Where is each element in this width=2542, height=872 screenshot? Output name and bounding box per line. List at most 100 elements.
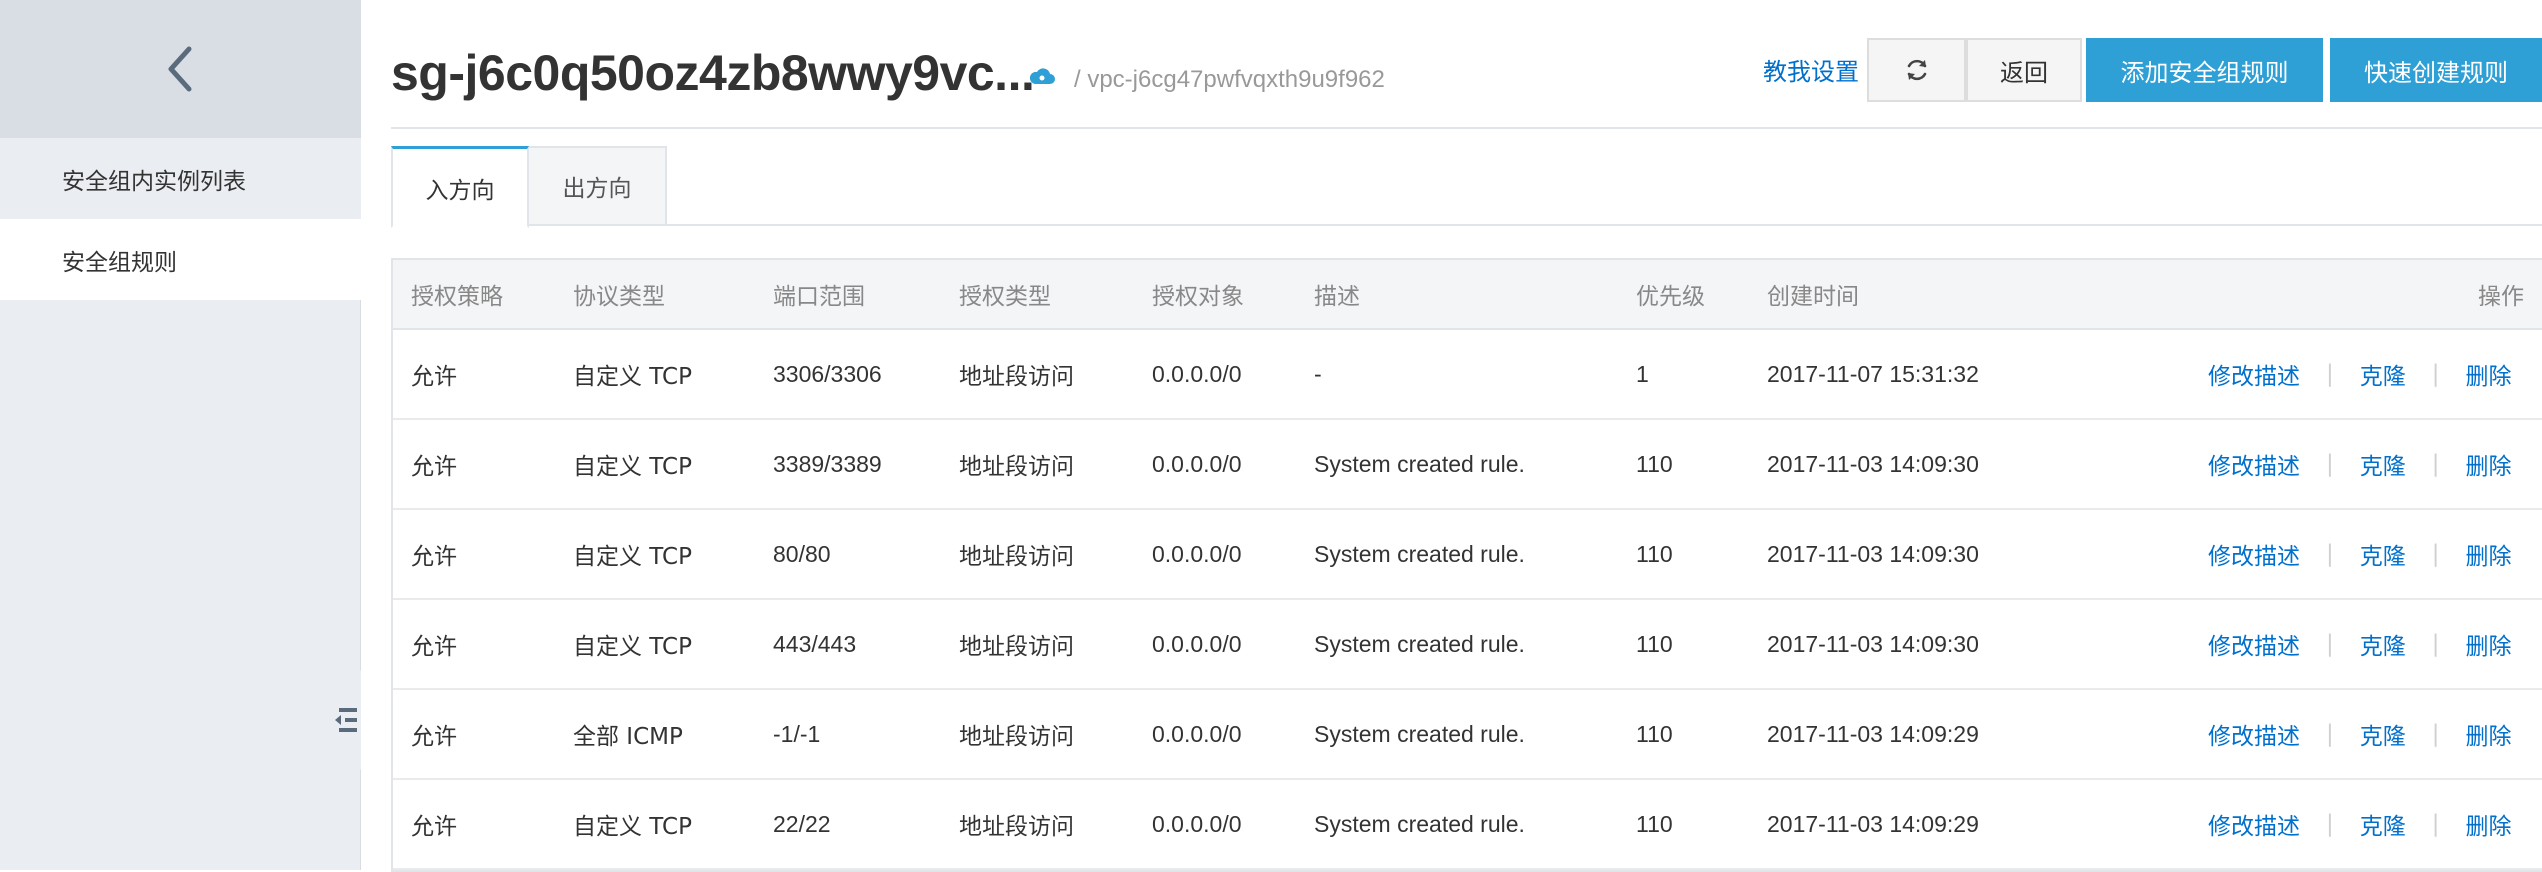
priority-cell: 1	[1636, 360, 1649, 387]
protocol-cell: 自定义 TCP	[573, 364, 692, 390]
sidebar-collapse-handle[interactable]	[331, 670, 361, 770]
separator: |	[2431, 541, 2440, 567]
clone-link[interactable]: 克隆	[2360, 627, 2406, 661]
auth-type-cell: 地址段访问	[959, 454, 1074, 480]
column-header: 授权对象	[1152, 284, 1244, 310]
separator: |	[2431, 451, 2440, 477]
column-header: 授权类型	[959, 284, 1051, 310]
table-row: 允许 自定义 TCP 3306/3306 地址段访问 0.0.0.0/0 - 1…	[393, 330, 2542, 420]
port-cell: 22/22	[773, 810, 831, 837]
delete-link[interactable]: 删除	[2466, 717, 2512, 751]
table-row: 允许 自定义 TCP 443/443 地址段访问 0.0.0.0/0 Syste…	[393, 600, 2542, 690]
column-header: 优先级	[1636, 284, 1705, 310]
sidebar: 安全组内实例列表 安全组规则	[0, 0, 361, 870]
priority-cell: 110	[1636, 450, 1673, 477]
refresh-button[interactable]	[1867, 38, 1966, 102]
separator: |	[2431, 721, 2440, 747]
tab-inbound[interactable]: 入方向	[391, 146, 529, 228]
rules-table: 授权策略 协议类型 端口范围 授权类型 授权对象 描述 优先级 创建时间 操作 …	[391, 258, 2542, 872]
description-cell: -	[1314, 360, 1322, 387]
auth-type-cell: 地址段访问	[959, 814, 1074, 840]
delete-link[interactable]: 删除	[2466, 357, 2512, 391]
auth-type-cell: 地址段访问	[959, 724, 1074, 750]
edit-description-link[interactable]: 修改描述	[2208, 447, 2300, 481]
auth-type-cell: 地址段访问	[959, 634, 1074, 660]
priority-cell: 110	[1636, 810, 1673, 837]
policy-cell: 允许	[411, 544, 457, 570]
page-title: sg-j6c0q50oz4zb8wwy9vc...	[391, 45, 1035, 101]
auth-type-cell: 地址段访问	[959, 364, 1074, 390]
protocol-cell: 自定义 TCP	[573, 634, 692, 660]
protocol-cell: 自定义 TCP	[573, 814, 692, 840]
separator: |	[2326, 631, 2334, 657]
sidebar-item-rules[interactable]: 安全组规则	[0, 219, 361, 300]
separator: |	[2326, 721, 2334, 747]
priority-cell: 110	[1636, 630, 1673, 657]
clone-link[interactable]: 克隆	[2360, 717, 2406, 751]
separator: |	[2326, 541, 2334, 567]
priority-cell: 110	[1636, 720, 1673, 747]
quick-create-button[interactable]: 快速创建规则	[2330, 38, 2542, 102]
created-time-cell: 2017-11-03 14:09:29	[1767, 720, 1979, 747]
edit-description-link[interactable]: 修改描述	[2208, 357, 2300, 391]
clone-link[interactable]: 克隆	[2360, 447, 2406, 481]
protocol-cell: 全部 ICMP	[573, 724, 683, 750]
description-cell: System created rule.	[1314, 810, 1525, 837]
created-time-cell: 2017-11-03 14:09:30	[1767, 630, 1979, 657]
row-actions: 修改描述 | 克隆 | 删除	[2208, 780, 2512, 868]
tab-outbound[interactable]: 出方向	[529, 146, 667, 226]
return-button[interactable]: 返回	[1966, 38, 2082, 102]
row-actions: 修改描述 | 克隆 | 删除	[2208, 510, 2512, 598]
delete-link[interactable]: 删除	[2466, 627, 2512, 661]
clone-link[interactable]: 克隆	[2360, 807, 2406, 841]
sidebar-item-label: 安全组内实例列表	[62, 168, 246, 195]
port-cell: 443/443	[773, 630, 857, 657]
separator: |	[2326, 451, 2334, 477]
column-header: 授权策略	[411, 284, 503, 310]
help-link[interactable]: 教我设置	[1763, 52, 1859, 87]
priority-cell: 110	[1636, 540, 1673, 567]
row-actions: 修改描述 | 克隆 | 删除	[2208, 330, 2512, 418]
direction-tabs: 入方向 出方向	[391, 146, 2542, 228]
port-cell: -1/-1	[773, 720, 821, 747]
port-cell: 3306/3306	[773, 360, 882, 387]
delete-link[interactable]: 删除	[2466, 807, 2512, 841]
delete-link[interactable]: 删除	[2466, 537, 2512, 571]
clone-link[interactable]: 克隆	[2360, 537, 2406, 571]
edit-description-link[interactable]: 修改描述	[2208, 537, 2300, 571]
sidebar-item-instances[interactable]: 安全组内实例列表	[0, 138, 361, 219]
row-actions: 修改描述 | 克隆 | 删除	[2208, 690, 2512, 778]
separator: |	[2431, 361, 2440, 387]
row-actions: 修改描述 | 克隆 | 删除	[2208, 420, 2512, 508]
edit-description-link[interactable]: 修改描述	[2208, 627, 2300, 661]
separator: |	[2326, 811, 2334, 837]
policy-cell: 允许	[411, 814, 457, 840]
auth-object-cell: 0.0.0.0/0	[1152, 810, 1242, 837]
clone-link[interactable]: 克隆	[2360, 357, 2406, 391]
created-time-cell: 2017-11-03 14:09:30	[1767, 540, 1979, 567]
table-row: 允许 自定义 TCP 22/22 地址段访问 0.0.0.0/0 System …	[393, 780, 2542, 870]
separator: |	[2431, 811, 2440, 837]
table-header: 授权策略 协议类型 端口范围 授权类型 授权对象 描述 优先级 创建时间 操作	[393, 260, 2542, 330]
auth-object-cell: 0.0.0.0/0	[1152, 540, 1242, 567]
description-cell: System created rule.	[1314, 720, 1525, 747]
row-actions: 修改描述 | 克隆 | 删除	[2208, 600, 2512, 688]
back-button[interactable]	[0, 0, 361, 138]
auth-type-cell: 地址段访问	[959, 544, 1074, 570]
column-header: 操作	[2478, 284, 2524, 310]
created-time-cell: 2017-11-03 14:09:29	[1767, 810, 1979, 837]
created-time-cell: 2017-11-07 15:31:32	[1767, 360, 1979, 387]
column-header: 描述	[1314, 284, 1360, 310]
vpc-id[interactable]: / vpc-j6cg47pwfvqxth9u9f962	[1074, 66, 1385, 94]
table-row: 允许 自定义 TCP 80/80 地址段访问 0.0.0.0/0 System …	[393, 510, 2542, 600]
add-rule-button[interactable]: 添加安全组规则	[2086, 38, 2323, 102]
delete-link[interactable]: 删除	[2466, 447, 2512, 481]
policy-cell: 允许	[411, 634, 457, 660]
created-time-cell: 2017-11-03 14:09:30	[1767, 450, 1979, 477]
edit-description-link[interactable]: 修改描述	[2208, 807, 2300, 841]
edit-description-link[interactable]: 修改描述	[2208, 717, 2300, 751]
column-header: 端口范围	[773, 284, 865, 310]
auth-object-cell: 0.0.0.0/0	[1152, 450, 1242, 477]
table-row: 允许 自定义 TCP 3389/3389 地址段访问 0.0.0.0/0 Sys…	[393, 420, 2542, 510]
separator: |	[2431, 631, 2440, 657]
